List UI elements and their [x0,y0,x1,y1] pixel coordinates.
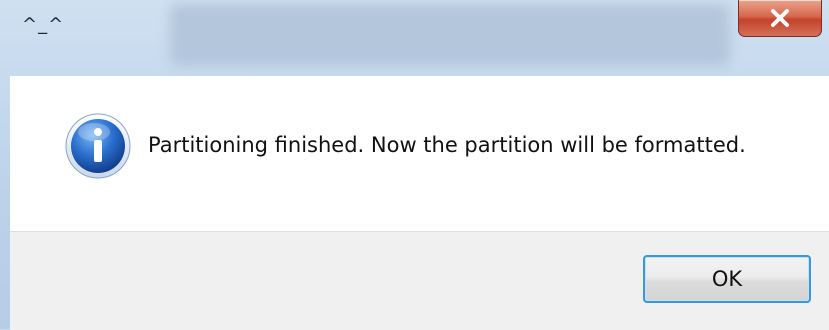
blurred-background [170,4,730,66]
dialog-title: ^_^ [22,14,65,35]
close-button[interactable] [738,0,822,37]
ok-button[interactable]: OK [643,255,811,303]
title-bar[interactable]: ^_^ [0,0,829,76]
message-area: Partitioning finished. Now the partition… [10,76,829,231]
dialog-message: Partitioning finished. Now the partition… [148,133,746,157]
info-icon [65,113,131,179]
button-bar: OK [10,231,829,330]
dialog-window: ^_^ Partitioning finished. Now the parti… [0,0,829,330]
close-icon [771,9,789,27]
